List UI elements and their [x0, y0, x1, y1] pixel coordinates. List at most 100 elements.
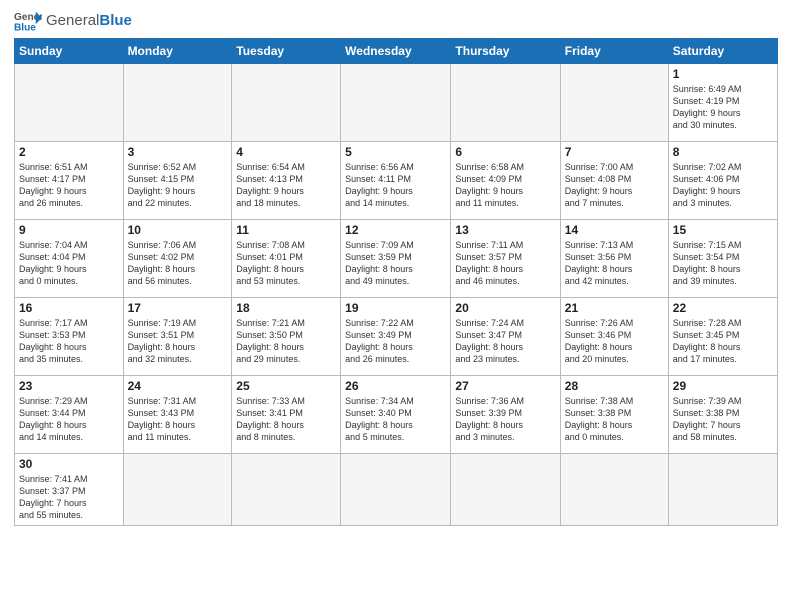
day-number: 24	[128, 379, 228, 393]
calendar-cell: 18 Sunrise: 7:21 AM Sunset: 3:50 PM Dayli…	[232, 298, 341, 376]
day-number: 4	[236, 145, 336, 159]
day-info: Sunrise: 7:00 AM Sunset: 4:08 PM Dayligh…	[565, 161, 664, 210]
calendar-cell: 10 Sunrise: 7:06 AM Sunset: 4:02 PM Dayli…	[123, 220, 232, 298]
calendar-cell	[232, 64, 341, 142]
calendar-cell: 29 Sunrise: 7:39 AM Sunset: 3:38 PM Dayli…	[668, 376, 777, 454]
day-info: Sunrise: 7:11 AM Sunset: 3:57 PM Dayligh…	[455, 239, 555, 288]
day-info: Sunrise: 7:22 AM Sunset: 3:49 PM Dayligh…	[345, 317, 446, 366]
day-info: Sunrise: 7:39 AM Sunset: 3:38 PM Dayligh…	[673, 395, 773, 444]
week-row-4: 16Sunrise: 7:17 AM Sunset: 3:53 PM Dayli…	[15, 298, 778, 376]
day-number: 27	[455, 379, 555, 393]
day-info: Sunrise: 7:41 AM Sunset: 3:37 PM Dayligh…	[19, 473, 119, 522]
calendar-cell: 3Sunrise: 6:52 AM Sunset: 4:15 PM Daylig…	[123, 142, 232, 220]
weekday-header-friday: Friday	[560, 39, 668, 64]
day-number: 29	[673, 379, 773, 393]
day-info: Sunrise: 7:06 AM Sunset: 4:02 PM Dayligh…	[128, 239, 228, 288]
day-number: 14	[565, 223, 664, 237]
calendar-cell: 22 Sunrise: 7:28 AM Sunset: 3:45 PM Dayli…	[668, 298, 777, 376]
calendar-cell: 26 Sunrise: 7:34 AM Sunset: 3:40 PM Dayli…	[341, 376, 451, 454]
calendar-cell	[560, 454, 668, 526]
calendar-cell: 27 Sunrise: 7:36 AM Sunset: 3:39 PM Dayli…	[451, 376, 560, 454]
day-info: Sunrise: 7:26 AM Sunset: 3:46 PM Dayligh…	[565, 317, 664, 366]
calendar-cell: 5 Sunrise: 6:56 AM Sunset: 4:11 PM Daylig…	[341, 142, 451, 220]
weekday-header-row: SundayMondayTuesdayWednesdayThursdayFrid…	[15, 39, 778, 64]
calendar-cell: 9 Sunrise: 7:04 AM Sunset: 4:04 PM Daylig…	[15, 220, 124, 298]
calendar-cell: 11Sunrise: 7:08 AM Sunset: 4:01 PM Dayli…	[232, 220, 341, 298]
weekday-header-saturday: Saturday	[668, 39, 777, 64]
calendar-cell: 2 Sunrise: 6:51 AM Sunset: 4:17 PM Daylig…	[15, 142, 124, 220]
calendar-cell: 13 Sunrise: 7:11 AM Sunset: 3:57 PM Dayli…	[451, 220, 560, 298]
weekday-header-sunday: Sunday	[15, 39, 124, 64]
calendar-cell	[451, 454, 560, 526]
day-number: 15	[673, 223, 773, 237]
day-number: 26	[345, 379, 446, 393]
day-number: 21	[565, 301, 664, 315]
week-row-2: 2 Sunrise: 6:51 AM Sunset: 4:17 PM Daylig…	[15, 142, 778, 220]
day-info: Sunrise: 6:56 AM Sunset: 4:11 PM Dayligh…	[345, 161, 446, 210]
day-info: Sunrise: 6:49 AM Sunset: 4:19 PM Dayligh…	[673, 83, 773, 132]
day-info: Sunrise: 7:04 AM Sunset: 4:04 PM Dayligh…	[19, 239, 119, 288]
day-number: 25	[236, 379, 336, 393]
weekday-header-thursday: Thursday	[451, 39, 560, 64]
calendar-cell	[341, 64, 451, 142]
page: General Blue GeneralBlue SundayMondayTue…	[0, 0, 792, 612]
day-number: 2	[19, 145, 119, 159]
calendar-cell	[232, 454, 341, 526]
calendar-cell: 15 Sunrise: 7:15 AM Sunset: 3:54 PM Dayli…	[668, 220, 777, 298]
day-number: 9	[19, 223, 119, 237]
day-info: Sunrise: 6:54 AM Sunset: 4:13 PM Dayligh…	[236, 161, 336, 210]
header: General Blue GeneralBlue	[14, 10, 778, 32]
day-info: Sunrise: 7:13 AM Sunset: 3:56 PM Dayligh…	[565, 239, 664, 288]
day-number: 10	[128, 223, 228, 237]
day-number: 5	[345, 145, 446, 159]
day-number: 12	[345, 223, 446, 237]
day-number: 11	[236, 223, 336, 237]
day-number: 30	[19, 457, 119, 471]
weekday-header-monday: Monday	[123, 39, 232, 64]
day-info: Sunrise: 6:52 AM Sunset: 4:15 PM Dayligh…	[128, 161, 228, 210]
day-info: Sunrise: 6:58 AM Sunset: 4:09 PM Dayligh…	[455, 161, 555, 210]
calendar-cell: 28 Sunrise: 7:38 AM Sunset: 3:38 PM Dayli…	[560, 376, 668, 454]
calendar-cell: 14 Sunrise: 7:13 AM Sunset: 3:56 PM Dayli…	[560, 220, 668, 298]
day-number: 28	[565, 379, 664, 393]
calendar-cell	[451, 64, 560, 142]
day-number: 22	[673, 301, 773, 315]
week-row-5: 23 Sunrise: 7:29 AM Sunset: 3:44 PM Dayli…	[15, 376, 778, 454]
day-info: Sunrise: 6:51 AM Sunset: 4:17 PM Dayligh…	[19, 161, 119, 210]
day-info: Sunrise: 7:36 AM Sunset: 3:39 PM Dayligh…	[455, 395, 555, 444]
day-number: 7	[565, 145, 664, 159]
calendar-cell: 7 Sunrise: 7:00 AM Sunset: 4:08 PM Daylig…	[560, 142, 668, 220]
calendar-cell: 21 Sunrise: 7:26 AM Sunset: 3:46 PM Dayli…	[560, 298, 668, 376]
day-info: Sunrise: 7:28 AM Sunset: 3:45 PM Dayligh…	[673, 317, 773, 366]
day-number: 18	[236, 301, 336, 315]
day-info: Sunrise: 7:17 AM Sunset: 3:53 PM Dayligh…	[19, 317, 119, 366]
calendar-cell	[123, 64, 232, 142]
calendar-cell: 8Sunrise: 7:02 AM Sunset: 4:06 PM Daylig…	[668, 142, 777, 220]
day-info: Sunrise: 7:09 AM Sunset: 3:59 PM Dayligh…	[345, 239, 446, 288]
day-info: Sunrise: 7:34 AM Sunset: 3:40 PM Dayligh…	[345, 395, 446, 444]
calendar-cell: 30 Sunrise: 7:41 AM Sunset: 3:37 PM Dayli…	[15, 454, 124, 526]
day-info: Sunrise: 7:33 AM Sunset: 3:41 PM Dayligh…	[236, 395, 336, 444]
calendar-cell: 4 Sunrise: 6:54 AM Sunset: 4:13 PM Daylig…	[232, 142, 341, 220]
day-info: Sunrise: 7:38 AM Sunset: 3:38 PM Dayligh…	[565, 395, 664, 444]
day-info: Sunrise: 7:21 AM Sunset: 3:50 PM Dayligh…	[236, 317, 336, 366]
day-number: 13	[455, 223, 555, 237]
calendar-cell: 19Sunrise: 7:22 AM Sunset: 3:49 PM Dayli…	[341, 298, 451, 376]
logo-text: GeneralBlue	[46, 13, 132, 30]
day-number: 1	[673, 67, 773, 81]
day-info: Sunrise: 7:29 AM Sunset: 3:44 PM Dayligh…	[19, 395, 119, 444]
day-info: Sunrise: 7:15 AM Sunset: 3:54 PM Dayligh…	[673, 239, 773, 288]
calendar-cell	[560, 64, 668, 142]
calendar-cell	[123, 454, 232, 526]
day-number: 6	[455, 145, 555, 159]
day-number: 23	[19, 379, 119, 393]
day-info: Sunrise: 7:19 AM Sunset: 3:51 PM Dayligh…	[128, 317, 228, 366]
logo-icon: General Blue	[14, 10, 42, 32]
svg-text:Blue: Blue	[14, 22, 36, 32]
calendar-cell: 23 Sunrise: 7:29 AM Sunset: 3:44 PM Dayli…	[15, 376, 124, 454]
calendar-cell	[341, 454, 451, 526]
weekday-header-tuesday: Tuesday	[232, 39, 341, 64]
calendar-cell	[15, 64, 124, 142]
week-row-6: 30 Sunrise: 7:41 AM Sunset: 3:37 PM Dayli…	[15, 454, 778, 526]
calendar-cell: 6 Sunrise: 6:58 AM Sunset: 4:09 PM Daylig…	[451, 142, 560, 220]
